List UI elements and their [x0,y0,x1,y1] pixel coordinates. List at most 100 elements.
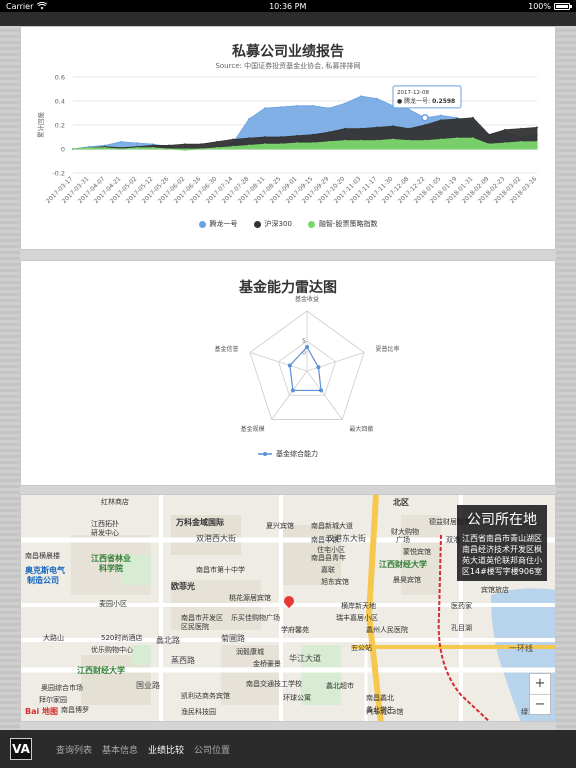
y-tick-label: 0 [61,146,65,154]
map-poi[interactable]: 南昌博罗 [61,705,89,715]
map-poi[interactable]: 瑞丰嘉居小区 [336,613,378,623]
map-poi[interactable]: 大路山 [43,633,64,643]
nav-item-location[interactable]: 公司位置 [194,743,230,756]
zoom-in-button[interactable]: + [530,674,550,695]
map-poi[interactable]: 南昌市第十中学 [196,565,245,575]
data-point [72,148,74,150]
tooltip-value: ● 腾龙一号: 0.2598 [397,97,455,105]
map-poi[interactable]: 区民医院 [181,622,209,632]
legend-label: 基金综合能力 [276,450,318,458]
battery-icon [554,2,572,10]
map-poi[interactable]: 学府馨苑 [281,625,309,635]
map-poi[interactable]: 欧菲光 [171,581,195,592]
data-point [152,146,154,149]
map-poi[interactable]: 南昌蠡北 [366,693,394,703]
map-poi[interactable]: 科学院 [99,563,123,574]
data-point [248,118,250,120]
map-poi[interactable]: 住宅小区 [317,545,345,555]
data-point [408,139,410,142]
map-poi[interactable]: 奥园综合市场 [41,683,83,693]
data-point [376,139,378,142]
map-poi[interactable]: 嘉联 [321,565,335,575]
data-point [360,139,362,142]
data-point [200,143,202,146]
map-poi[interactable]: 520时尚酒店 [101,633,142,643]
data-point [472,137,474,140]
data-point [184,143,186,146]
radar-axis-label: 基金收益 [295,295,319,303]
legend-item-hs300[interactable]: 沪深300 [253,219,292,229]
battery-percent: 100% [528,1,551,11]
map-poi[interactable]: 万科金域国际 [176,517,224,528]
map-poi[interactable]: 夏兴宾馆 [266,521,294,531]
data-point [280,106,282,108]
map-poi[interactable]: 环球公寓 [283,693,311,703]
map-poi[interactable]: 桃花源居宾馆 [229,593,271,603]
radar-axis-label: 基金规模 [241,425,265,433]
data-point [216,146,218,149]
map-poi[interactable]: 江西财经大学 [379,559,427,570]
legend-item-capability[interactable]: 基金综合能力 [258,449,318,459]
map-poi[interactable]: 凯利达商务宾馆 [181,691,230,701]
carrier-label: Carrier [6,1,34,11]
radar-axis-label: 最大回撤 [349,425,373,433]
map-poi[interactable]: 研发中心 [91,528,119,538]
data-point [360,127,362,130]
road-label: 双港西大街 [196,534,236,543]
map-poi[interactable]: 广场 [396,535,410,545]
map-poi[interactable]: 南昌新城大道 [311,521,353,531]
map-panel[interactable]: 红林商店 江西拓扑 研发中心 万科金域国际 夏兴宾馆 双港西大街 双港东大街 南… [20,494,556,722]
nav-item-performance[interactable]: 业绩比较 [148,743,184,756]
data-point [296,104,298,107]
map-poi[interactable]: 医药家 [451,601,472,611]
map-poi[interactable]: 乐买佳购物广场 [231,613,280,623]
map-poi[interactable]: 蒙悦宾馆 [403,547,431,557]
legend-item-rongzhi[interactable]: 融智-股票策略指数 [307,219,377,229]
map-poi[interactable]: 江西财经大学 [77,665,125,676]
map-poi[interactable]: 南昌横晨楼 [25,551,60,561]
data-point [232,138,234,141]
map-poi[interactable]: 横岸新天地 [341,601,376,611]
road-label: 一环线 [509,644,533,653]
nav-item-basic-info[interactable]: 基本信息 [102,743,138,756]
map-poi[interactable]: 南昌交通技工学校 [246,679,302,689]
y-tick-label: 0.4 [55,98,65,106]
map-poi[interactable]: 蠡州人民医院 [366,625,408,635]
map-poi[interactable]: 蠡北超市 [326,681,354,691]
performance-legend: 腾龙一号 沪深300 融智-股票策略指数 [21,219,555,229]
performance-chart[interactable]: -0.200.20.40.6累计回报2017-03-172017-03-3120… [21,27,557,251]
legend-dot-icon [198,220,206,228]
map-poi[interactable]: 南昌中铁 [311,535,339,545]
zoom-out-button[interactable]: − [530,695,550,715]
nav-item-query-list[interactable]: 查询列表 [56,743,92,756]
map-poi[interactable]: 晨昊宾馆 [393,575,421,585]
data-point [200,148,202,150]
map-poi[interactable]: 宾馆旅店 [481,585,509,595]
data-point [312,104,314,107]
map-poi[interactable]: 旭东宾馆 [321,577,349,587]
radar-axis-label: 夏普比率 [375,345,399,353]
map-poi[interactable]: 北区 [393,497,409,508]
map-poi[interactable]: 红林商店 [101,497,129,507]
data-point [312,142,314,144]
data-point [168,144,170,147]
legend-label: 沪深300 [264,220,292,228]
map-poi[interactable]: 渔民科技园 [181,707,216,717]
map-poi[interactable]: 润毅康城 [236,647,264,657]
map-poi[interactable]: 金桥豪景 [253,659,281,669]
map-poi[interactable]: 制造公司 [27,575,59,586]
map-poi[interactable]: 孔目湖 [451,623,472,633]
map-poi[interactable]: 麦园小区 [99,599,127,609]
map-poi[interactable]: 汽车城C3馆 [366,707,403,717]
map-poi[interactable]: 优乐购物中心 [91,645,133,655]
y-tick-label: -0.2 [52,170,65,178]
data-point [392,125,394,128]
data-point [536,140,538,143]
data-point [488,143,490,146]
data-point [392,138,394,141]
legend-item-tenglong[interactable]: 腾龙一号 [198,219,238,229]
top-strip [0,12,576,26]
radar-legend: 基金综合能力 [21,449,555,459]
map-poi[interactable]: 五公站 [351,643,372,653]
map-poi[interactable]: 拜尔家园 [39,695,67,705]
